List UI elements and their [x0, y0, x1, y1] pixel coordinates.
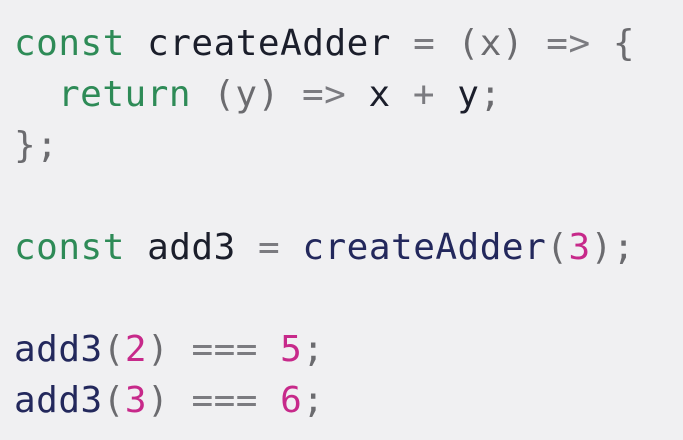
close-paren: ) [147, 380, 170, 421]
keyword-const: const [14, 23, 125, 64]
number-result: 5 [280, 329, 303, 370]
call-createAdder: createAdder [302, 227, 547, 268]
identifier-x: x [368, 74, 391, 115]
identifier-y: y [457, 74, 480, 115]
call-add3: add3 [14, 380, 103, 421]
code-line-1: const createAdder = (x) => { [14, 18, 635, 69]
code-line-5: const add3 = createAdder(3); [14, 222, 635, 273]
open-brace: { [612, 23, 635, 64]
number-literal: 3 [568, 227, 591, 268]
close-brace: }; [14, 125, 59, 166]
code-line-8: add3(3) === 6; [14, 375, 635, 426]
arrow-operator: => [546, 23, 591, 64]
plus-operator: + [412, 74, 436, 115]
keyword-return: return [58, 74, 192, 115]
code-line-3: }; [14, 120, 635, 171]
identifier-createAdder: createAdder [147, 23, 391, 64]
call-add3: add3 [14, 329, 103, 370]
semicolon: ; [479, 74, 502, 115]
arrow-operator: => [301, 74, 347, 115]
identifier-add3: add3 [147, 227, 236, 268]
inner-param-list: (y) [213, 74, 280, 115]
strict-equals-operator: === [191, 380, 258, 421]
number-result: 6 [280, 380, 303, 421]
open-paren: ( [546, 227, 569, 268]
open-paren: ( [102, 329, 125, 370]
equals-operator: = [413, 23, 436, 64]
code-line-2: return (y) => x + y; [14, 69, 635, 120]
open-paren: ( [102, 380, 125, 421]
equals-operator: = [257, 227, 281, 268]
param-list: (x) [457, 23, 525, 64]
close-paren: ) [147, 329, 170, 370]
keyword-const: const [14, 227, 125, 268]
code-block: const createAdder = (x) => {return (y) =… [14, 18, 635, 426]
semicolon: ; [302, 380, 325, 421]
strict-equals-operator: === [191, 329, 258, 370]
code-line-7: add3(2) === 5; [14, 324, 635, 375]
semicolon: ; [302, 329, 325, 370]
number-literal: 3 [124, 380, 148, 421]
close-paren-semicolon: ); [590, 227, 635, 268]
number-literal: 2 [124, 329, 148, 370]
